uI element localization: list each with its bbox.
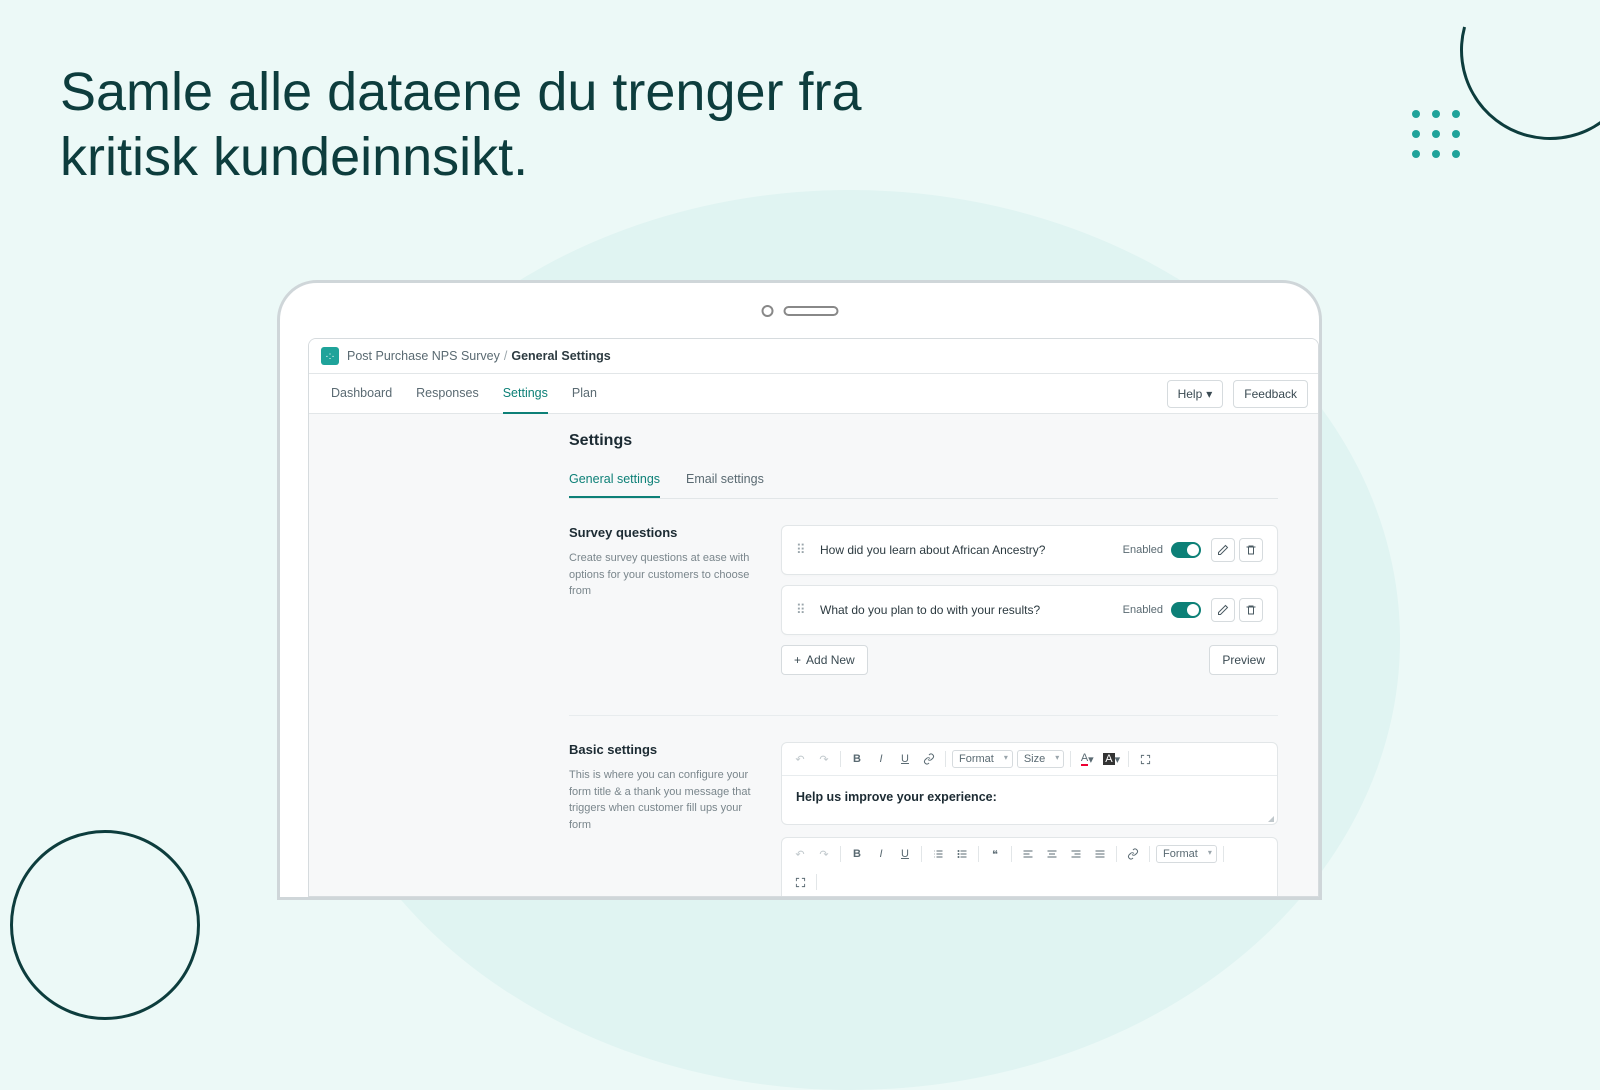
editor-toolbar: ↶ ↷ B I U [782, 838, 1277, 897]
subtab-email[interactable]: Email settings [686, 462, 764, 498]
enable-toggle[interactable] [1171, 602, 1201, 618]
topnav-settings[interactable]: Settings [503, 374, 548, 414]
bullet-list-button[interactable] [952, 844, 972, 864]
plus-icon: + [794, 653, 801, 667]
link-icon [923, 753, 935, 765]
bgcolor-button[interactable]: A ▾ [1101, 749, 1122, 769]
title-editor: ↶ ↷ B I U Format Size [781, 742, 1278, 825]
align-center-icon [1046, 848, 1058, 860]
numbered-list-button[interactable] [928, 844, 948, 864]
resize-handle-icon[interactable] [1268, 816, 1274, 822]
editor-toolbar: ↶ ↷ B I U Format Size [782, 743, 1277, 776]
page-title: Settings [569, 432, 1278, 450]
trash-icon [1245, 604, 1257, 616]
enable-toggle[interactable] [1171, 542, 1201, 558]
enabled-label: Enabled [1123, 544, 1163, 556]
align-right-icon [1070, 848, 1082, 860]
align-justify-button[interactable] [1090, 844, 1110, 864]
align-left-icon [1022, 848, 1034, 860]
quote-button[interactable]: ❝ [985, 844, 1005, 864]
help-button[interactable]: Help ▾ [1167, 380, 1224, 408]
fullscreen-button[interactable] [1135, 749, 1155, 769]
fullscreen-icon [795, 877, 806, 888]
align-center-button[interactable] [1042, 844, 1062, 864]
pencil-icon [1217, 544, 1229, 556]
basic-section-title: Basic settings [569, 742, 759, 757]
align-justify-icon [1094, 848, 1106, 860]
hero-title: Samle alle dataene du trenger fra kritis… [60, 60, 910, 190]
title-editor-body[interactable]: Help us improve your experience: [782, 776, 1277, 824]
survey-section-title: Survey questions [569, 525, 759, 540]
breadcrumb-parent[interactable]: Post Purchase NPS Survey [347, 349, 500, 363]
size-select[interactable]: Size [1017, 750, 1064, 768]
question-text: How did you learn about African Ancestry… [820, 543, 1123, 557]
survey-section-desc: Create survey questions at ease with opt… [569, 550, 759, 600]
bold-button[interactable]: B [847, 844, 867, 864]
basic-section-desc: This is where you can configure your for… [569, 767, 759, 833]
app-window: ·:· Post Purchase NPS Survey / General S… [308, 338, 1319, 897]
breadcrumb-current: General Settings [511, 349, 610, 363]
underline-button[interactable]: U [895, 844, 915, 864]
subtabs: General settings Email settings [569, 462, 1278, 499]
question-text: What do you plan to do with your results… [820, 603, 1123, 617]
textcolor-button[interactable]: A ▾ [1077, 749, 1097, 769]
fullscreen-button[interactable] [790, 872, 810, 892]
format-select[interactable]: Format [952, 750, 1013, 768]
delete-button[interactable] [1239, 598, 1263, 622]
tablet-speaker-icon [783, 306, 838, 316]
link-button[interactable] [919, 749, 939, 769]
tablet-notch [761, 305, 838, 317]
redo-button[interactable]: ↷ [814, 749, 834, 769]
link-icon [1127, 848, 1139, 860]
topnav-responses[interactable]: Responses [416, 374, 479, 414]
feedback-label: Feedback [1244, 387, 1297, 401]
feedback-button[interactable]: Feedback [1233, 380, 1308, 408]
underline-button[interactable]: U [895, 749, 915, 769]
decorative-dots [1412, 110, 1460, 158]
add-new-button[interactable]: + Add New [781, 645, 868, 675]
topnav-dashboard[interactable]: Dashboard [331, 374, 392, 414]
italic-button[interactable]: I [871, 844, 891, 864]
enabled-label: Enabled [1123, 604, 1163, 616]
delete-button[interactable] [1239, 538, 1263, 562]
format-select[interactable]: Format [1156, 845, 1217, 863]
basic-settings-section: Basic settings This is where you can con… [569, 742, 1278, 897]
align-right-button[interactable] [1066, 844, 1086, 864]
edit-button[interactable] [1211, 598, 1235, 622]
trash-icon [1245, 544, 1257, 556]
subtab-general[interactable]: General settings [569, 462, 660, 498]
add-new-label: Add New [806, 653, 855, 667]
thankyou-editor: ↶ ↷ B I U [781, 837, 1278, 897]
pencil-icon [1217, 604, 1229, 616]
help-label: Help [1178, 387, 1203, 401]
edit-button[interactable] [1211, 538, 1235, 562]
content: Settings General settings Email settings… [309, 414, 1318, 897]
topnav: Dashboard Responses Settings Plan Help ▾… [309, 374, 1318, 414]
topnav-plan[interactable]: Plan [572, 374, 597, 414]
app-logo-icon: ·:· [321, 347, 339, 365]
preview-button[interactable]: Preview [1209, 645, 1278, 675]
undo-button[interactable]: ↶ [790, 844, 810, 864]
align-left-button[interactable] [1018, 844, 1038, 864]
tablet-camera-icon [761, 305, 773, 317]
drag-handle-icon[interactable]: ⠿ [796, 542, 810, 558]
chevron-down-icon: ▾ [1206, 387, 1212, 401]
breadcrumb-separator: / [504, 349, 507, 363]
preview-label: Preview [1222, 653, 1265, 667]
italic-button[interactable]: I [871, 749, 891, 769]
redo-button[interactable]: ↷ [814, 844, 834, 864]
drag-handle-icon[interactable]: ⠿ [796, 602, 810, 618]
question-card: ⠿ How did you learn about African Ancest… [781, 525, 1278, 575]
question-card: ⠿ What do you plan to do with your resul… [781, 585, 1278, 635]
survey-questions-section: Survey questions Create survey questions… [569, 525, 1278, 716]
undo-button[interactable]: ↶ [790, 749, 810, 769]
ol-icon [932, 848, 944, 860]
bold-button[interactable]: B [847, 749, 867, 769]
decorative-arc-bottom [10, 830, 200, 1020]
tablet-frame: ·:· Post Purchase NPS Survey / General S… [277, 280, 1322, 900]
app-header: ·:· Post Purchase NPS Survey / General S… [309, 339, 1318, 374]
ul-icon [956, 848, 968, 860]
fullscreen-icon [1140, 754, 1151, 765]
link-button[interactable] [1123, 844, 1143, 864]
